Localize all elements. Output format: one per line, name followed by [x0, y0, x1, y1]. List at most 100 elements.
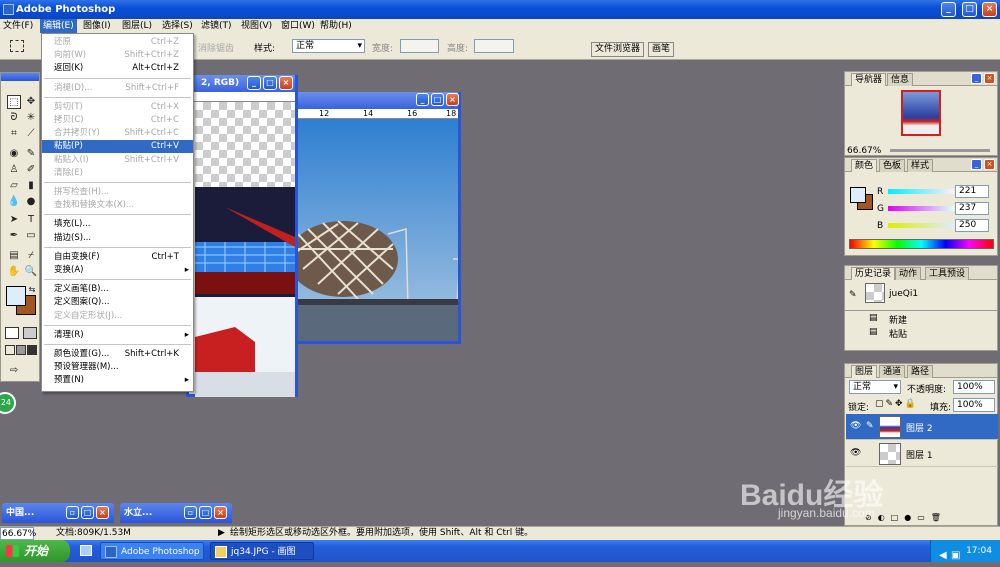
- edit-menu-item[interactable]: 定义图案(Q)...: [42, 296, 193, 309]
- jump-to-imageready-icon[interactable]: ⇨: [7, 364, 21, 378]
- panel-minimize-icon[interactable]: _: [971, 159, 982, 170]
- lock-icons[interactable]: ▢✎✥🔒: [875, 399, 918, 409]
- g-slider[interactable]: [888, 206, 954, 211]
- tab-paths[interactable]: 路径: [907, 365, 934, 378]
- edit-menu-item[interactable]: 自由变换(F) Ctrl+T: [42, 251, 193, 264]
- document-title-bar[interactable]: 2, RGB) _ □ ×: [189, 75, 295, 92]
- maximize-icon[interactable]: □: [263, 76, 277, 90]
- menu-image[interactable]: 图像(I): [80, 19, 114, 33]
- magic-wand-icon[interactable]: ✳: [24, 111, 38, 125]
- network-icon[interactable]: ▣: [951, 545, 960, 567]
- minimize-icon[interactable]: _: [247, 76, 261, 90]
- pen-tool-icon[interactable]: ✒: [7, 229, 21, 243]
- layer-name[interactable]: 图层 1: [906, 448, 933, 461]
- start-button[interactable]: 开始: [0, 540, 70, 562]
- height-input[interactable]: [474, 39, 514, 53]
- edit-menu-item[interactable]: 定义画笔(B)...: [42, 283, 193, 296]
- status-doc-size[interactable]: 文档:809K/1.53M: [56, 527, 131, 540]
- menu-layer[interactable]: 图层(L): [119, 19, 155, 33]
- menu-filter[interactable]: 滤镜(T): [198, 19, 235, 33]
- notes-tool-icon[interactable]: ▤: [7, 249, 21, 263]
- healing-brush-icon[interactable]: ◉: [7, 147, 21, 161]
- stamp-tool-icon[interactable]: ♙: [7, 163, 21, 177]
- edit-menu-item[interactable]: 粘贴(P) Ctrl+V: [42, 140, 193, 154]
- menu-file[interactable]: 文件(F): [0, 19, 36, 33]
- screen-mode-full-icon[interactable]: [27, 345, 37, 355]
- g-value[interactable]: 237: [955, 202, 989, 215]
- zoom-tool-icon[interactable]: 🔍: [24, 265, 38, 279]
- tab-tool-presets[interactable]: 工具预设: [925, 267, 970, 280]
- taskbar-item-photoshop[interactable]: Adobe Photoshop: [100, 542, 204, 560]
- close-icon[interactable]: ×: [96, 506, 109, 519]
- blend-mode-select[interactable]: 正常 ▾: [849, 380, 901, 394]
- tab-styles[interactable]: 样式: [907, 159, 934, 172]
- restore-icon[interactable]: ▫: [184, 506, 197, 519]
- panel-close-icon[interactable]: ×: [984, 73, 995, 84]
- history-step[interactable]: 粘贴: [889, 327, 907, 340]
- eraser-tool-icon[interactable]: ▱: [7, 179, 21, 193]
- minimize-icon[interactable]: _: [416, 93, 429, 106]
- layer-name[interactable]: 图层 2: [906, 421, 933, 434]
- document-title-bar[interactable]: _ □ ×: [298, 92, 459, 109]
- minimized-window-1[interactable]: 中国... ▫ □ ×: [2, 503, 114, 523]
- blur-tool-icon[interactable]: 💧: [7, 195, 21, 209]
- brush-tool-icon[interactable]: ✎: [24, 147, 38, 161]
- path-select-icon[interactable]: ➤: [7, 213, 21, 227]
- menu-window[interactable]: 窗口(W): [278, 19, 318, 33]
- edit-menu-item[interactable]: 颜色设置(G)... Shift+Ctrl+K: [42, 348, 193, 361]
- tab-swatches[interactable]: 色板: [879, 159, 906, 172]
- eye-icon[interactable]: 👁: [850, 448, 861, 458]
- opacity-input[interactable]: 100%: [953, 380, 995, 394]
- menu-view[interactable]: 视图(V): [238, 19, 275, 33]
- type-tool-icon[interactable]: T: [24, 213, 38, 227]
- tab-channels[interactable]: 通道: [879, 365, 906, 378]
- panel-close-icon[interactable]: ×: [984, 159, 995, 170]
- shape-tool-icon[interactable]: ▭: [24, 229, 38, 243]
- b-slider[interactable]: [888, 223, 954, 228]
- history-step[interactable]: 新建: [889, 313, 907, 326]
- dodge-tool-icon[interactable]: ●: [24, 195, 38, 209]
- history-brush-icon[interactable]: ✐: [24, 163, 38, 177]
- minimized-window-2[interactable]: 水立... ▫ □ ×: [120, 503, 232, 523]
- layer-row[interactable]: 👁 图层 1: [846, 441, 998, 467]
- taskbar-item-paint[interactable]: jq34.JPG - 画图: [210, 542, 314, 560]
- foreground-color-swatch[interactable]: [6, 286, 26, 306]
- snapshot-name[interactable]: jueQi1: [889, 289, 918, 299]
- maximize-icon[interactable]: □: [962, 2, 977, 17]
- width-input[interactable]: [400, 39, 439, 53]
- b-value[interactable]: 250: [955, 219, 989, 232]
- edit-menu-item[interactable]: 变换(A) ▸: [42, 264, 193, 277]
- edit-menu-item[interactable]: 填充(L)...: [42, 218, 193, 231]
- panel-minimize-icon[interactable]: _: [971, 73, 982, 84]
- tab-brushes[interactable]: 画笔: [648, 42, 675, 57]
- show-desktop-icon[interactable]: [80, 545, 92, 556]
- tab-info[interactable]: 信息: [887, 73, 914, 86]
- volume-icon[interactable]: ◀: [939, 545, 947, 567]
- gradient-tool-icon[interactable]: ▮: [24, 179, 38, 193]
- edit-menu-item[interactable]: 预设管理器(M)...: [42, 361, 193, 374]
- color-spectrum-bar[interactable]: [849, 239, 994, 249]
- tab-color[interactable]: 颜色: [851, 159, 878, 172]
- lasso-tool-icon[interactable]: ᘐ: [7, 111, 21, 125]
- move-tool-icon[interactable]: ✥: [24, 95, 38, 109]
- close-icon[interactable]: ×: [214, 506, 227, 519]
- edit-menu-item[interactable]: 预置(N) ▸: [42, 374, 193, 387]
- tab-history[interactable]: 历史记录: [851, 267, 896, 280]
- layer-row[interactable]: 👁 ✎ 图层 2: [846, 414, 998, 440]
- swap-colors-icon[interactable]: ⇆: [25, 283, 39, 297]
- style-select[interactable]: 正常 ▾: [292, 39, 365, 53]
- fill-input[interactable]: 100%: [953, 398, 995, 412]
- eye-icon[interactable]: 👁: [850, 421, 861, 431]
- marquee-tool-icon[interactable]: ⬚: [7, 95, 21, 109]
- close-icon[interactable]: ×: [446, 93, 459, 106]
- edit-menu-item[interactable]: 清理(R) ▸: [42, 329, 193, 342]
- tab-actions[interactable]: 动作: [895, 267, 922, 280]
- close-icon[interactable]: ×: [279, 76, 293, 90]
- maximize-icon[interactable]: □: [81, 506, 94, 519]
- status-zoom[interactable]: 66.67%: [0, 527, 36, 540]
- marquee-tool-icon[interactable]: [10, 40, 24, 52]
- tab-file-browser[interactable]: 文件浏览器: [591, 42, 645, 57]
- edit-menu-item[interactable]: 描边(S)...: [42, 232, 193, 245]
- menu-edit[interactable]: 编辑(E): [40, 19, 77, 33]
- eyedropper-icon[interactable]: ⌿: [24, 249, 38, 263]
